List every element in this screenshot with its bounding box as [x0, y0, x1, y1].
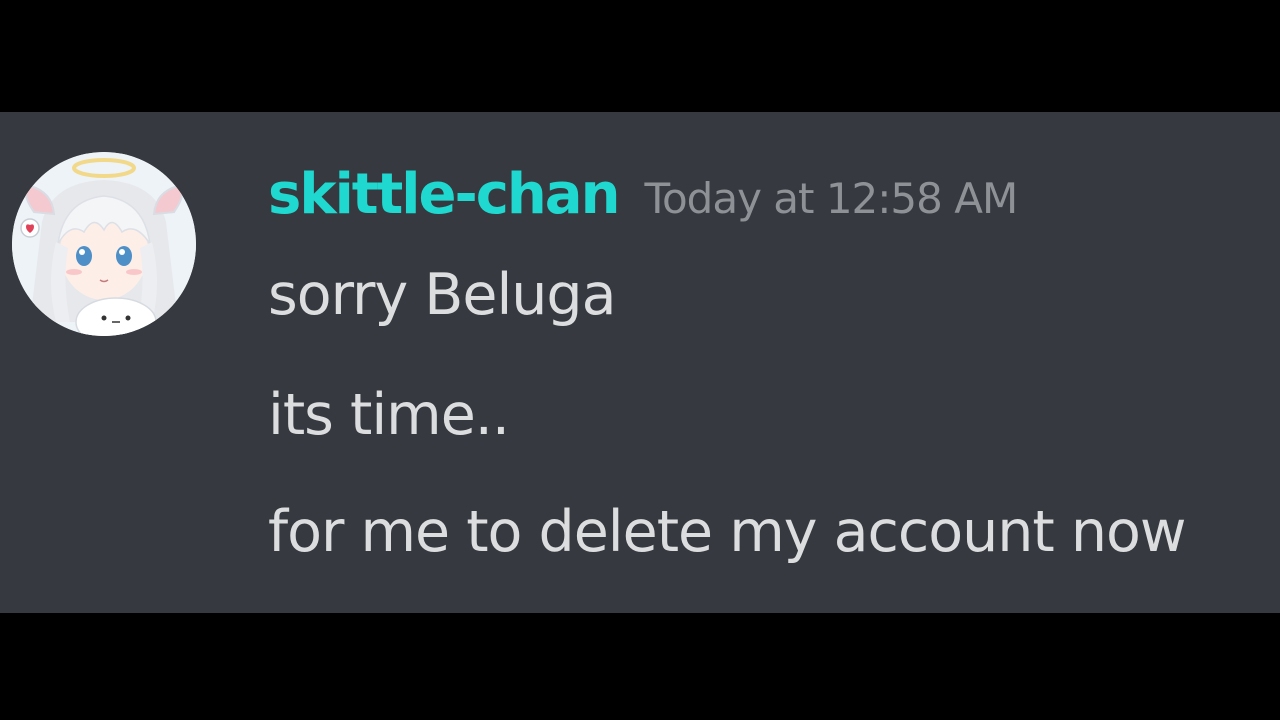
message-line: its time.. — [268, 382, 510, 448]
message-line: for me to delete my account now — [268, 499, 1186, 565]
message-header: skittle-chan Today at 12:58 AM — [268, 162, 1018, 227]
video-frame: skittle-chan Today at 12:58 AM sorry Bel… — [0, 0, 1280, 720]
message-line: sorry Beluga — [268, 262, 617, 328]
user-avatar[interactable] — [12, 152, 196, 336]
anime-girl-avatar-icon — [12, 152, 196, 336]
chat-message: skittle-chan Today at 12:58 AM sorry Bel… — [0, 112, 1280, 613]
message-timestamp[interactable]: Today at 12:58 AM — [644, 174, 1018, 223]
username[interactable]: skittle-chan — [268, 162, 620, 227]
